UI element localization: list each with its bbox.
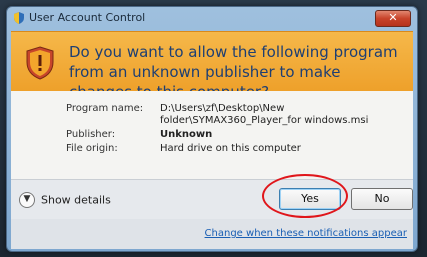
program-name-value: D:\Users\zf\Desktop\New folder\SYMAX360_…: [160, 103, 369, 126]
uac-shield-icon: [14, 12, 24, 24]
no-button[interactable]: No: [351, 188, 413, 210]
change-notifications-link[interactable]: Change when these notifications appear: [205, 228, 407, 239]
button-bar: ▼ Show details Yes No: [11, 179, 413, 220]
program-details: Program name: D:\Users\zf\Desktop\New fo…: [11, 91, 413, 179]
chevron-down-icon: ▼: [19, 192, 35, 208]
file-origin-label: File origin:: [66, 143, 118, 154]
yes-button[interactable]: Yes: [279, 188, 341, 210]
program-name-label: Program name:: [66, 103, 144, 114]
warning-header: Do you want to allow the following progr…: [11, 31, 413, 101]
show-details-toggle[interactable]: ▼ Show details: [19, 192, 111, 208]
detail-row-publisher: Publisher: Unknown: [66, 129, 406, 143]
detail-row-origin: File origin: Hard drive on this computer: [66, 143, 406, 157]
publisher-value: Unknown: [160, 129, 213, 140]
details-table: Program name: D:\Users\zf\Desktop\New fo…: [66, 103, 406, 157]
title-bar: User Account Control ✕: [7, 7, 417, 29]
uac-dialog: User Account Control ✕ Do you want to al…: [6, 6, 418, 252]
detail-row-program: Program name: D:\Users\zf\Desktop\New fo…: [66, 103, 406, 129]
notification-settings-bar: Change when these notifications appear: [11, 219, 413, 249]
show-details-label: Show details: [41, 193, 111, 207]
close-button[interactable]: ✕: [375, 10, 411, 27]
publisher-label: Publisher:: [66, 129, 116, 140]
file-origin-value: Hard drive on this computer: [160, 143, 301, 154]
window-title: User Account Control: [29, 11, 146, 24]
warning-shield-icon: [26, 46, 54, 80]
